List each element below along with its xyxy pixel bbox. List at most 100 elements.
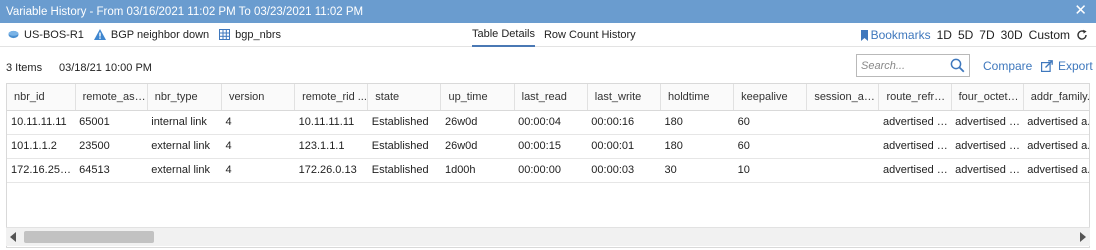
table-cell: advertised a... bbox=[878, 158, 952, 183]
search-icon[interactable] bbox=[950, 58, 965, 73]
close-icon[interactable]: ✕ bbox=[1074, 3, 1087, 19]
column-header[interactable]: nbr_id bbox=[7, 84, 76, 111]
export-button[interactable]: Export bbox=[1041, 59, 1093, 73]
range-1d-button[interactable]: 1D bbox=[937, 28, 952, 42]
range-5d-button[interactable]: 5D bbox=[958, 28, 973, 42]
table-row[interactable]: 101.1.1.2 23500 external link 4 123.1.1.… bbox=[7, 134, 1089, 159]
table-cell: 00:00:01 bbox=[587, 134, 661, 159]
table-toolbar: 3 Items 03/18/21 10:00 PM Compare Export bbox=[0, 47, 1096, 83]
table-cell: 10.11.11.11 bbox=[294, 110, 368, 135]
range-custom-button[interactable]: Custom bbox=[1029, 28, 1070, 42]
bookmarks-button[interactable]: Bookmarks bbox=[860, 28, 931, 42]
device-label: US-BOS-R1 bbox=[24, 28, 84, 41]
table-cell: 30 bbox=[660, 158, 734, 183]
search-input[interactable] bbox=[861, 56, 949, 75]
search-box[interactable] bbox=[856, 54, 970, 77]
table-cell: external link bbox=[147, 158, 222, 183]
items-count: 3 Items bbox=[6, 62, 43, 74]
tab-table-details[interactable]: Table Details bbox=[472, 23, 535, 47]
table-cell: Established bbox=[367, 134, 441, 159]
table-cell: internal link bbox=[147, 110, 222, 135]
device-item[interactable]: US-BOS-R1 bbox=[8, 29, 84, 41]
table-cell: Established bbox=[367, 110, 441, 135]
warning-icon bbox=[93, 29, 106, 40]
column-header[interactable]: last_read bbox=[514, 84, 588, 111]
table-cell: advertised a... bbox=[878, 110, 952, 135]
table-cell: 26w0d bbox=[440, 134, 515, 159]
window-titlebar: Variable History - From 03/16/2021 11:02… bbox=[0, 0, 1096, 23]
table-cell: 4 bbox=[221, 110, 295, 135]
column-header[interactable]: nbr_type bbox=[147, 84, 222, 111]
column-header[interactable]: session_acti... bbox=[806, 84, 880, 111]
table-cell: advertised a... bbox=[1023, 134, 1089, 159]
context-bar: US-BOS-R1 BGP neighbor down bgp_nbrs Tab… bbox=[0, 23, 1096, 47]
column-header[interactable]: keepalive bbox=[733, 84, 808, 111]
table-cell: external link bbox=[147, 134, 222, 159]
table-name-item[interactable]: bgp_nbrs bbox=[219, 29, 281, 41]
table-cell: 00:00:04 bbox=[514, 110, 588, 135]
column-header[interactable]: holdtime bbox=[660, 84, 735, 111]
table-cell: advertised a... bbox=[951, 110, 1024, 135]
table-cell: 101.1.1.2 bbox=[7, 134, 76, 159]
table-cell: 00:00:15 bbox=[514, 134, 588, 159]
tab-bar: Table Details Row Count History bbox=[472, 23, 645, 47]
table-cell: 64513 bbox=[75, 158, 148, 183]
table-cell: 180 bbox=[660, 134, 734, 159]
scroll-right-icon[interactable] bbox=[1080, 232, 1086, 242]
table-cell: 172.16.253.9 bbox=[7, 158, 76, 183]
column-header[interactable]: last_write bbox=[587, 84, 661, 111]
alert-label: BGP neighbor down bbox=[110, 28, 210, 41]
table-container: nbr_id remote_as ... nbr_type version re… bbox=[6, 83, 1090, 248]
bookmark-icon bbox=[860, 29, 868, 41]
table-cell: 1d00h bbox=[440, 158, 515, 183]
window-title: Variable History - From 03/16/2021 11:02… bbox=[6, 5, 364, 18]
table-cell: 60 bbox=[733, 134, 807, 159]
table-cell: 172.26.0.13 bbox=[294, 158, 368, 183]
range-30d-button[interactable]: 30D bbox=[1001, 28, 1023, 42]
export-label: Export bbox=[1058, 59, 1093, 73]
column-header[interactable]: remote_as ... bbox=[75, 84, 148, 111]
table-cell: 60 bbox=[733, 110, 807, 135]
table-cell: 123.1.1.1 bbox=[294, 134, 368, 159]
snapshot-timestamp: 03/18/21 10:00 PM bbox=[59, 62, 152, 74]
table-cell: advertised a... bbox=[1023, 110, 1089, 135]
table-cell: advertised a... bbox=[951, 134, 1024, 159]
column-header[interactable]: four_octets_... bbox=[951, 84, 1024, 111]
horizontal-scrollbar[interactable] bbox=[6, 227, 1090, 246]
table-cell bbox=[806, 158, 879, 183]
table-cell: 10.11.11.11 bbox=[7, 110, 76, 135]
scrollbar-thumb[interactable] bbox=[24, 231, 154, 243]
scroll-left-icon[interactable] bbox=[10, 232, 16, 242]
tab-row-count-history[interactable]: Row Count History bbox=[544, 23, 636, 47]
table-cell: 00:00:16 bbox=[587, 110, 661, 135]
device-icon bbox=[8, 29, 19, 40]
table-icon bbox=[219, 29, 231, 40]
table-cell: 00:00:00 bbox=[514, 158, 588, 183]
table-cell: 00:00:03 bbox=[587, 158, 661, 183]
table-row[interactable]: 172.16.253.9 64513 external link 4 172.2… bbox=[7, 158, 1089, 183]
table-cell: 65001 bbox=[75, 110, 148, 135]
column-header[interactable]: route_refres... bbox=[878, 84, 952, 111]
table-row[interactable]: 10.11.11.11 65001 internal link 4 10.11.… bbox=[7, 110, 1089, 135]
column-header[interactable]: state bbox=[367, 84, 442, 111]
table-cell: 4 bbox=[221, 134, 295, 159]
refresh-icon[interactable] bbox=[1076, 29, 1088, 41]
column-header[interactable]: up_time bbox=[440, 84, 515, 111]
table-cell: Established bbox=[367, 158, 441, 183]
compare-button[interactable]: Compare bbox=[983, 59, 1032, 73]
table-cell: 26w0d bbox=[440, 110, 515, 135]
table-cell: advertised a... bbox=[1023, 158, 1089, 183]
table-cell: 4 bbox=[221, 158, 295, 183]
bookmarks-label: Bookmarks bbox=[870, 28, 931, 42]
time-range-bar: Bookmarks 1D 5D 7D 30D Custom bbox=[860, 23, 1088, 47]
table-cell: 180 bbox=[660, 110, 734, 135]
alert-item[interactable]: BGP neighbor down bbox=[93, 28, 210, 41]
variable-history-table: nbr_id remote_as ... nbr_type version re… bbox=[7, 84, 1089, 183]
table-name-label: bgp_nbrs bbox=[235, 28, 282, 41]
column-header[interactable]: remote_rid ... bbox=[294, 84, 369, 111]
table-cell bbox=[806, 134, 879, 159]
column-header[interactable]: version bbox=[221, 84, 296, 111]
table-cell: 10 bbox=[733, 158, 807, 183]
column-header[interactable]: addr_family... bbox=[1023, 84, 1089, 111]
range-7d-button[interactable]: 7D bbox=[979, 28, 994, 42]
